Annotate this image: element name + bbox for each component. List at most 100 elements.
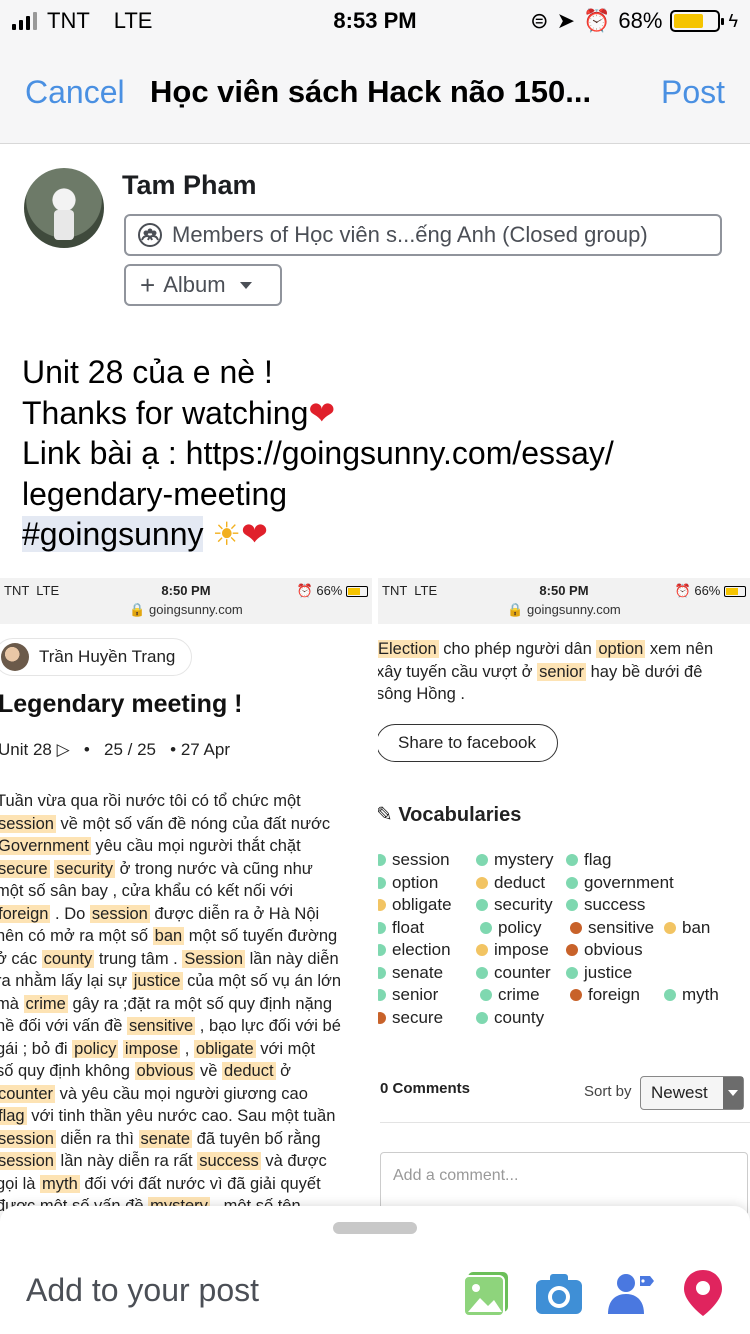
avatar[interactable]	[24, 168, 104, 248]
tag-people-icon[interactable]	[606, 1268, 656, 1318]
camera-icon[interactable]	[534, 1268, 584, 1318]
vocab-item: success	[566, 895, 645, 915]
cancel-button[interactable]: Cancel	[25, 74, 125, 111]
vocab-row: senate counter justice	[378, 963, 750, 986]
vocab-word: election	[392, 940, 451, 959]
vocab-item: flag	[566, 850, 611, 870]
article-text: mà	[0, 994, 19, 1013]
vocab-row: senior crime foreign myth	[378, 985, 750, 1008]
vocab-item: crime	[480, 985, 540, 1005]
sheet-grabber[interactable]	[333, 1222, 417, 1234]
article-text: lần này diễn	[245, 949, 339, 968]
alarm-icon: ⏰	[583, 8, 611, 33]
vocab-item: counter	[476, 963, 551, 983]
vocab-word: sensitive	[588, 917, 655, 937]
vocab-word: success	[584, 895, 646, 914]
status-dot-icon	[480, 989, 492, 1001]
vocab-row: float policy sensitive ban	[378, 918, 750, 941]
vocab-title: Vocabularies	[398, 804, 522, 826]
add-to-post-sheet[interactable]: Add to your post	[0, 1206, 750, 1334]
article-line: session lần này diễn ra rất success và đ…	[0, 1150, 372, 1173]
vocab-item: secure	[378, 1008, 443, 1028]
article-line: mà crime gây ra ;đặt ra một số quy định …	[0, 993, 372, 1016]
article-text: số quy định không	[0, 1062, 135, 1080]
status-dot-icon	[378, 899, 386, 911]
hashtag-link[interactable]: #goingsunny	[22, 516, 204, 552]
article-date: • 27 Apr	[170, 740, 230, 759]
status-dot-icon	[566, 944, 578, 956]
vocab-item: senate	[378, 963, 443, 983]
vocab-word: justice	[584, 962, 633, 982]
mini-battery-icon	[346, 586, 368, 598]
mini-url: goingsunny.com	[527, 602, 621, 617]
sort-select: Newest	[640, 1076, 744, 1110]
article-progress: 25 / 25	[103, 740, 156, 759]
article-text: và được	[260, 1152, 327, 1170]
album-button[interactable]: + Album	[124, 264, 282, 306]
location-icon[interactable]	[678, 1268, 728, 1318]
highlighted-vocab-word: session	[89, 904, 150, 923]
status-dot-icon	[378, 921, 386, 934]
chip-author-name: Trần Huyền Trang	[39, 647, 176, 666]
status-dot-icon	[378, 966, 386, 979]
highlighted-vocab-word: Session	[182, 949, 246, 968]
caret-down-icon	[239, 281, 252, 289]
share-to-facebook-button: Share to facebook	[378, 724, 558, 762]
charging-icon: ϟ	[728, 10, 738, 31]
post-text-input[interactable]: Unit 28 của e nè ! Thanks for watching❤ …	[22, 352, 732, 555]
highlighted-vocab-word: obligate	[193, 1039, 256, 1058]
post-button[interactable]: Post	[661, 74, 725, 111]
mini-alarm-icon: ⏰	[296, 583, 313, 598]
vocab-word: secure	[392, 1007, 444, 1027]
vocab-row: session mystery flag	[378, 850, 750, 873]
status-dot-icon	[566, 966, 578, 979]
orientation-lock-icon: ⊜	[530, 8, 549, 33]
highlighted-vocab-word: option	[596, 640, 646, 658]
plus-icon: +	[140, 270, 156, 300]
highlighted-vocab-word: session	[0, 814, 56, 833]
article-text: lần này diễn ra rất	[55, 1152, 198, 1170]
article-body-continued: Election cho phép người dân option xem n…	[378, 638, 750, 706]
mini-alarm-icon: ⏰	[674, 583, 691, 598]
status-dot-icon	[566, 899, 578, 911]
vocab-word: senate	[392, 962, 444, 982]
vocab-item: myth	[664, 985, 719, 1005]
vocab-word: county	[494, 1007, 545, 1027]
attached-photo-right[interactable]: TNT LTE 8:50 PM ⏰ 66% 🔒 goingsunny.com E…	[378, 578, 750, 1214]
vocab-item: impose	[476, 940, 549, 960]
highlighted-vocab-word: myth	[40, 1174, 80, 1193]
article-text: với một	[255, 1039, 316, 1058]
article-text: gọi là	[0, 1174, 41, 1193]
highlighted-vocab-word: Election	[378, 640, 439, 658]
vocab-item: ban	[664, 918, 710, 938]
audience-selector[interactable]: Members of Học viên s...ếng Anh (Closed …	[124, 214, 722, 256]
vocab-item: security	[476, 895, 553, 915]
highlighted-vocab-word: session	[0, 1129, 56, 1148]
attached-photo-left[interactable]: TNT LTE 8:50 PM ⏰ 66% 🔒 goingsunny.com T…	[0, 578, 372, 1214]
photo-icon[interactable]	[462, 1268, 512, 1318]
vocab-item: government	[566, 873, 674, 893]
highlighted-vocab-word: deduct	[222, 1062, 276, 1080]
article-text: gái ; bỏ đi	[0, 1039, 73, 1058]
status-dot-icon	[476, 944, 488, 956]
vocab-item: float	[378, 918, 424, 938]
article-line: sông Hồng .	[378, 683, 750, 706]
sort-label: Sort by	[584, 1083, 632, 1100]
vocab-item: policy	[480, 918, 541, 938]
status-dot-icon	[378, 944, 386, 956]
vocab-item: sensitive	[570, 918, 654, 938]
play-icon: ▷	[56, 740, 70, 759]
vocab-row: election impose obvious	[378, 940, 750, 963]
sort-value: Newest	[651, 1083, 708, 1102]
mini-battery: 66%	[316, 583, 343, 598]
mini-battery: 66%	[694, 583, 721, 598]
highlighted-vocab-word: crime	[23, 994, 68, 1013]
article-text: sông Hồng .	[378, 685, 465, 703]
status-dot-icon	[664, 989, 676, 1001]
vocab-item: option	[378, 873, 438, 893]
highlighted-vocab-word: success	[197, 1152, 261, 1170]
article-text: ra nhằm lấy lại sự	[0, 972, 132, 990]
vocab-row: option deduct government	[378, 873, 750, 896]
vocab-word: government	[584, 872, 674, 892]
system-indicators: ⊜ ➤ ⏰ 68% ϟ	[530, 8, 738, 34]
